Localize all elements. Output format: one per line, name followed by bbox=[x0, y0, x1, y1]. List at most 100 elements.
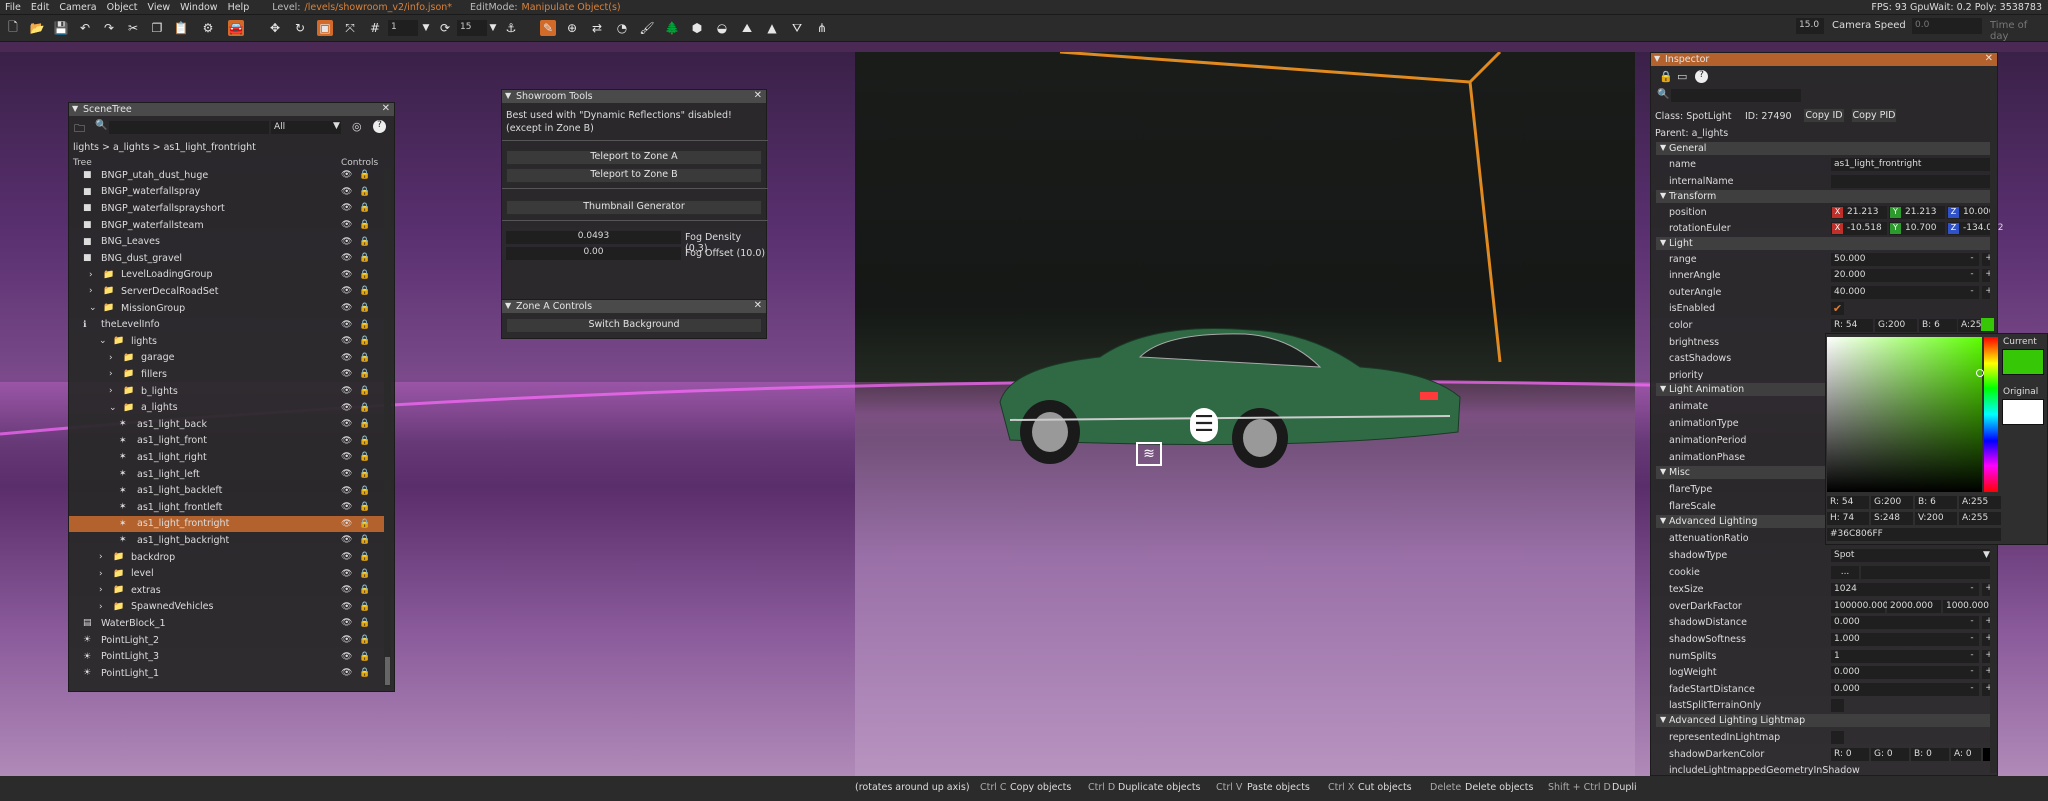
tree-row[interactable]: ✶ as1_light_front 👁 🔒 bbox=[69, 433, 391, 450]
position-z-field[interactable]: Z 10.000 bbox=[1947, 206, 1995, 219]
showroom-titlebar[interactable]: ▼ Showroom Tools ✕ bbox=[502, 90, 766, 103]
tree-row[interactable]: ☀ PointLight_2 👁 🔒 bbox=[69, 632, 391, 649]
visibility-eye-icon[interactable]: 👁 bbox=[341, 403, 352, 413]
visibility-eye-icon[interactable]: 👁 bbox=[341, 386, 352, 396]
picker-b[interactable]: B: 6 bbox=[1915, 496, 1957, 509]
innerangle-field[interactable]: 20.000 bbox=[1831, 269, 1971, 282]
forest-tool-icon[interactable]: 🌲 bbox=[664, 20, 680, 36]
lock-icon[interactable]: 🔒 bbox=[359, 419, 370, 429]
visibility-eye-icon[interactable]: 👁 bbox=[341, 203, 352, 213]
tree-row[interactable]: ✶ as1_light_left 👁 🔒 bbox=[69, 466, 391, 483]
copy-pid-button[interactable]: Copy PID bbox=[1851, 108, 1897, 123]
tree-row[interactable]: ✶ as1_light_frontright 👁 🔒 bbox=[69, 515, 391, 533]
isenabled-checkbox[interactable]: ✔ bbox=[1831, 302, 1844, 315]
visibility-eye-icon[interactable]: 👁 bbox=[341, 253, 352, 263]
lock-icon[interactable]: 🔒 bbox=[359, 668, 370, 678]
color-b[interactable]: B: 6 bbox=[1919, 319, 1957, 332]
lock-icon[interactable]: 🔒 bbox=[359, 403, 370, 413]
lock-icon[interactable]: 🔒 bbox=[359, 336, 370, 346]
section-transform[interactable]: ▼ Transform bbox=[1656, 190, 1991, 203]
inspector-search-input[interactable] bbox=[1671, 89, 1801, 102]
lock-icon[interactable]: 🔒 bbox=[359, 618, 370, 628]
lock-icon[interactable]: 🔒 bbox=[359, 369, 370, 379]
road-tool-icon[interactable]: ⇄ bbox=[589, 20, 605, 36]
tree-row[interactable]: ⌄ 📁 a_lights 👁 🔒 bbox=[69, 399, 391, 416]
angle-snap-icon[interactable]: ⟳ bbox=[437, 20, 453, 36]
overdark-1-field[interactable]: 100000.000 bbox=[1831, 600, 1888, 613]
menu-window[interactable]: Window bbox=[175, 2, 222, 13]
collapse-triangle-icon[interactable]: ▼ bbox=[1654, 54, 1660, 63]
scrollbar[interactable] bbox=[384, 167, 391, 687]
help-icon[interactable]: ? bbox=[373, 120, 386, 133]
waterblock-gizmo-icon[interactable]: ≋ bbox=[1136, 442, 1162, 466]
visibility-eye-icon[interactable]: 👁 bbox=[341, 452, 352, 462]
visibility-eye-icon[interactable]: 👁 bbox=[341, 535, 352, 545]
tree-row[interactable]: › 📁 extras 👁 🔒 bbox=[69, 582, 391, 599]
lock-icon[interactable]: 🔒 bbox=[359, 469, 370, 479]
new-file-icon[interactable]: 🗋 bbox=[5, 20, 21, 36]
grid-snap-value[interactable]: 1 bbox=[388, 20, 418, 36]
decrement-button[interactable]: - bbox=[1965, 253, 1979, 266]
shadow-r[interactable]: R: 0 bbox=[1831, 748, 1869, 761]
tree-row[interactable]: ■ BNGP_waterfallsprayshort 👁 🔒 bbox=[69, 200, 391, 217]
menu-help[interactable]: Help bbox=[223, 2, 255, 13]
chevron-right-icon[interactable]: › bbox=[99, 569, 103, 579]
numsplits-field[interactable]: 1 bbox=[1831, 650, 1971, 663]
range-field[interactable]: 50.000 bbox=[1831, 253, 1971, 266]
teleport-zone-b-button[interactable]: Teleport to Zone B bbox=[506, 168, 762, 183]
lock-icon[interactable]: 🔒 bbox=[359, 452, 370, 462]
paste-icon[interactable]: 📋 bbox=[173, 20, 189, 36]
visibility-eye-icon[interactable]: 👁 bbox=[341, 618, 352, 628]
menu-edit[interactable]: Edit bbox=[26, 2, 54, 13]
tree-row[interactable]: ☀ PointLight_3 👁 🔒 bbox=[69, 648, 391, 665]
visibility-eye-icon[interactable]: 👁 bbox=[341, 369, 352, 379]
color-swatch[interactable] bbox=[1981, 318, 1994, 331]
cookie-browse-button[interactable]: ... bbox=[1831, 566, 1859, 579]
tree-row[interactable]: ■ BNG_dust_gravel 👁 🔒 bbox=[69, 250, 391, 267]
tree-row[interactable]: ⌄ 📁 MissionGroup 👁 🔒 bbox=[69, 300, 391, 317]
decrement-button[interactable]: - bbox=[1965, 633, 1979, 646]
shadow-b[interactable]: B: 0 bbox=[1911, 748, 1949, 761]
spotlight-gizmo-icon[interactable]: ☰ bbox=[1190, 408, 1218, 442]
section-general[interactable]: ▼ General bbox=[1656, 142, 1991, 155]
texsize-field[interactable]: 1024 bbox=[1831, 583, 1971, 596]
represented-checkbox[interactable] bbox=[1831, 731, 1844, 744]
lock-icon[interactable]: 🔒 bbox=[359, 436, 370, 446]
tree-row[interactable]: ✶ as1_light_back 👁 🔒 bbox=[69, 416, 391, 433]
picker-v[interactable]: V:200 bbox=[1915, 512, 1957, 525]
chevron-right-icon[interactable]: › bbox=[89, 286, 93, 296]
copy-icon[interactable]: ❐ bbox=[149, 20, 165, 36]
visibility-eye-icon[interactable]: 👁 bbox=[341, 552, 352, 562]
decal-tool-icon[interactable]: ◔ bbox=[614, 20, 630, 36]
picker-h[interactable]: H: 74 bbox=[1827, 512, 1869, 525]
visibility-eye-icon[interactable]: 👁 bbox=[341, 270, 352, 280]
river-tool-icon[interactable]: ▲ bbox=[764, 20, 780, 36]
visibility-eye-icon[interactable]: 👁 bbox=[341, 336, 352, 346]
visibility-eye-icon[interactable]: 👁 bbox=[341, 602, 352, 612]
visibility-eye-icon[interactable]: 👁 bbox=[341, 652, 352, 662]
zone-a-titlebar[interactable]: ▼ Zone A Controls ✕ bbox=[502, 300, 766, 313]
picker-g[interactable]: G:200 bbox=[1871, 496, 1913, 509]
broadcast-icon[interactable]: ◎ bbox=[352, 120, 362, 133]
lock-icon[interactable]: 🔒 bbox=[1659, 70, 1673, 83]
tree-row[interactable]: ■ BNGP_waterfallsteam 👁 🔒 bbox=[69, 217, 391, 234]
lock-icon[interactable]: 🔒 bbox=[359, 220, 370, 230]
lock-icon[interactable]: 🔒 bbox=[359, 187, 370, 197]
close-icon[interactable]: ✕ bbox=[754, 300, 762, 311]
lock-icon[interactable]: 🔒 bbox=[359, 502, 370, 512]
visibility-eye-icon[interactable]: 👁 bbox=[341, 668, 352, 678]
inspector-titlebar[interactable]: ▼ Inspector ✕ bbox=[1651, 53, 1997, 66]
lock-icon[interactable]: 🔒 bbox=[359, 486, 370, 496]
collapse-triangle-icon[interactable]: ▼ bbox=[72, 104, 78, 113]
lock-icon[interactable]: 🔒 bbox=[359, 569, 370, 579]
lock-icon[interactable]: 🔒 bbox=[359, 270, 370, 280]
tree-row[interactable]: › 📁 garage 👁 🔒 bbox=[69, 350, 391, 367]
terrain-tool-icon[interactable]: ⛰ bbox=[739, 20, 755, 36]
visibility-eye-icon[interactable]: 👁 bbox=[341, 286, 352, 296]
visibility-eye-icon[interactable]: 👁 bbox=[341, 187, 352, 197]
chevron-down-icon[interactable]: ▼ bbox=[333, 121, 340, 131]
tree-row[interactable]: ⌄ 📁 lights 👁 🔒 bbox=[69, 333, 391, 350]
shadow-a[interactable]: A: 0 bbox=[1951, 748, 1981, 761]
picker-hex[interactable]: #36C806FF bbox=[1827, 528, 2001, 541]
filter-select[interactable]: All bbox=[271, 121, 341, 134]
